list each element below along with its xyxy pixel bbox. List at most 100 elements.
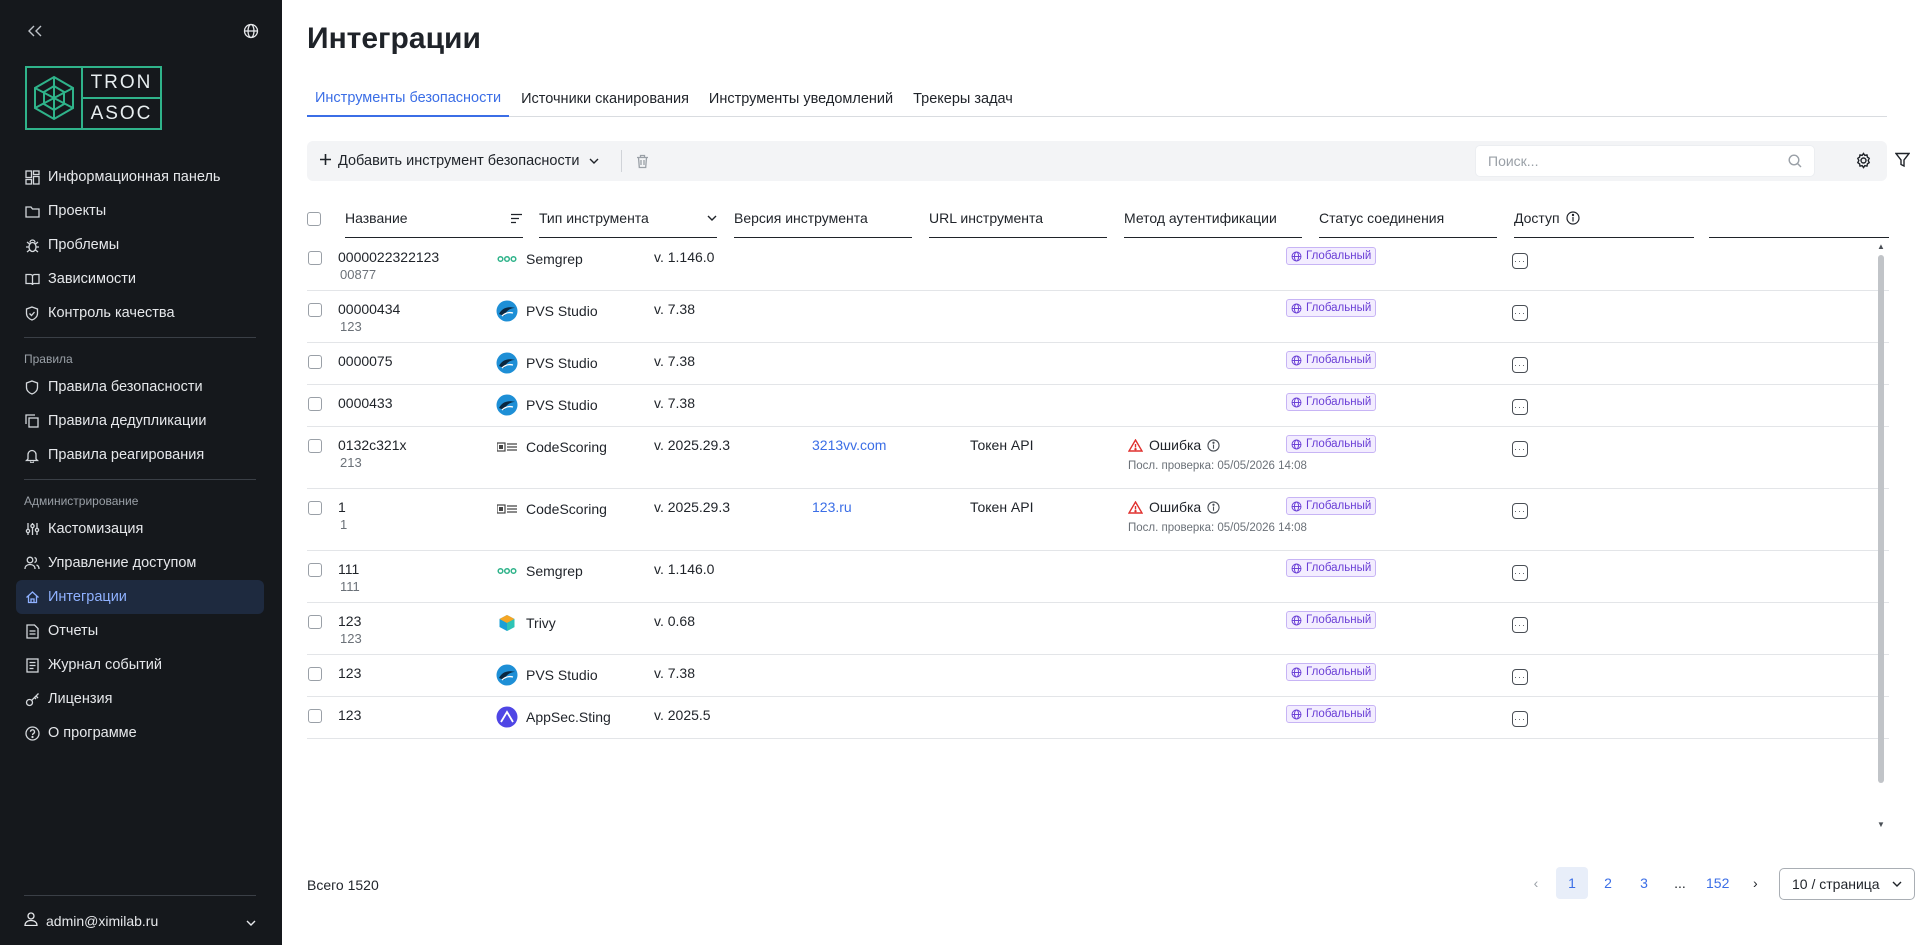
row-version: v. 7.38 (654, 665, 695, 681)
sidebar-item-quality-control[interactable]: Контроль качества (0, 296, 266, 330)
row-url-link[interactable]: 3213vv.com (812, 437, 886, 453)
sidebar-item-label: О программе (48, 725, 137, 741)
row-name[interactable]: 0000022322123 (338, 249, 439, 265)
table-row[interactable]: 0000433 PVS Studio v. 7.38 Глобальный ··· (307, 385, 1889, 427)
row-more-actions-icon[interactable]: ··· (1512, 669, 1528, 685)
row-checkbox[interactable] (308, 355, 322, 369)
info-icon[interactable] (1565, 211, 1580, 225)
row-more-actions-icon[interactable]: ··· (1512, 503, 1528, 519)
page-button-1[interactable]: 1 (1556, 867, 1588, 899)
row-name[interactable]: 123 (338, 665, 361, 681)
add-security-tool-button[interactable]: Добавить инструмент безопасности (319, 153, 599, 170)
row-checkbox[interactable] (308, 303, 322, 317)
tron-asoc-logo: TRON ASOC (25, 66, 162, 130)
row-more-actions-icon[interactable]: ··· (1512, 399, 1528, 415)
sidebar-item-reports[interactable]: Отчеты (0, 614, 266, 648)
user-menu[interactable]: admin@ximilab.ru (24, 895, 256, 945)
row-name[interactable]: 0000433 (338, 395, 393, 411)
select-all-checkbox[interactable] (307, 211, 321, 226)
row-checkbox[interactable] (308, 563, 322, 577)
table-row[interactable]: 0000022322123 00877 Semgrep v. 1.146.0 Глоба… (307, 239, 1889, 291)
search-input[interactable] (1488, 153, 1788, 169)
tab-task-trackers[interactable]: Трекеры задач (905, 80, 1021, 117)
sidebar-item-dashboard[interactable]: Информационная панель (0, 160, 266, 194)
info-icon[interactable] (1207, 438, 1220, 452)
row-more-actions-icon[interactable]: ··· (1512, 565, 1528, 581)
search-icon[interactable] (1788, 154, 1802, 168)
table-row[interactable]: 123 123 Trivy v. 0.68 Глобальный ··· (307, 603, 1889, 655)
scroll-up-arrow-icon[interactable]: ▲ (1876, 243, 1886, 251)
sort-lines-icon[interactable] (510, 213, 523, 224)
row-checkbox[interactable] (308, 397, 322, 411)
row-more-actions-icon[interactable]: ··· (1512, 617, 1528, 633)
sidebar-item-customization[interactable]: Кастомизация (0, 512, 266, 546)
delete-trash-icon[interactable] (636, 154, 649, 169)
sidebar-item-issues[interactable]: Проблемы (0, 228, 266, 262)
row-more-actions-icon[interactable]: ··· (1512, 305, 1528, 321)
table-row[interactable]: 123 AppSec.Sting v. 2025.5 Глобальный ··· (307, 697, 1889, 739)
row-name-sub: 1 (340, 517, 348, 532)
sidebar-item-label: Кастомизация (48, 521, 144, 537)
scroll-thumb[interactable] (1878, 255, 1884, 783)
table-row[interactable]: 111 111 Semgrep v. 1.146.0 Глобальный ··· (307, 551, 1889, 603)
tab-scan-sources[interactable]: Источники сканирования (513, 80, 697, 117)
sidebar-item-label: Правила дедупликации (48, 413, 207, 429)
page-button-2[interactable]: 2 (1592, 867, 1624, 899)
table-row[interactable]: 00000434 123 PVS Studio v. 7.38 Глобальный ··… (307, 291, 1889, 343)
tab-security-tools[interactable]: Инструменты безопасности (307, 80, 510, 117)
sidebar-item-projects[interactable]: Проекты (0, 194, 266, 228)
sidebar-item-dependencies[interactable]: Зависимости (0, 262, 266, 296)
row-more-actions-icon[interactable]: ··· (1512, 253, 1528, 269)
sidebar-item-dedup-rules[interactable]: Правила дедупликации (0, 404, 266, 438)
table-row[interactable]: 0000075 PVS Studio v. 7.38 Глобальный ··· (307, 343, 1889, 385)
column-header-name[interactable]: Название (345, 199, 523, 238)
row-checkbox[interactable] (308, 667, 322, 681)
sidebar-item-event-log[interactable]: Журнал событий (0, 648, 266, 682)
next-page-chevron-icon[interactable]: › (1739, 867, 1771, 899)
chevron-down-icon[interactable] (707, 215, 717, 221)
row-name[interactable]: 1 (338, 499, 346, 515)
row-checkbox[interactable] (308, 709, 322, 723)
row-more-actions-icon[interactable]: ··· (1512, 711, 1528, 727)
page-button-3[interactable]: 3 (1628, 867, 1660, 899)
sidebar-item-integrations[interactable]: Интеграции (16, 580, 264, 614)
sidebar-item-security-rules[interactable]: Правила безопасности (0, 370, 266, 404)
row-more-actions-icon[interactable]: ··· (1512, 441, 1528, 457)
page-ellipsis[interactable]: ... (1664, 867, 1696, 899)
row-name-sub: 00877 (340, 267, 377, 282)
column-header-tool-type[interactable]: Тип инструмента (539, 199, 717, 238)
row-url-link[interactable]: 123.ru (812, 499, 852, 515)
row-checkbox[interactable] (308, 501, 322, 515)
settings-gear-icon[interactable] (1855, 152, 1872, 169)
tab-notification-tools[interactable]: Инструменты уведомлений (701, 80, 901, 117)
row-name[interactable]: 00000434 (338, 301, 400, 317)
prev-page-chevron-icon[interactable]: ‹ (1520, 867, 1552, 899)
row-more-actions-icon[interactable]: ··· (1512, 357, 1528, 373)
table-scrollbar[interactable]: ▲ ▼ (1876, 243, 1886, 829)
language-globe-icon[interactable] (240, 20, 262, 42)
filter-funnel-icon[interactable] (1895, 152, 1910, 168)
row-name[interactable]: 111 (338, 561, 359, 577)
sidebar-item-access-management[interactable]: Управление доступом (0, 546, 266, 580)
sidebar-item-response-rules[interactable]: Правила реагирования (0, 438, 266, 472)
row-checkbox[interactable] (308, 251, 322, 265)
info-icon[interactable] (1207, 500, 1220, 514)
row-name[interactable]: 123 (338, 613, 361, 629)
table-row[interactable]: 0132c321x 213 CodeScoring v. 2025.29.3 3213v… (307, 427, 1889, 489)
row-checkbox[interactable] (308, 615, 322, 629)
globe-icon (1291, 439, 1302, 449)
row-name[interactable]: 123 (338, 707, 361, 723)
sidebar-item-license[interactable]: Лицензия (0, 682, 266, 716)
question-icon (24, 725, 40, 741)
collapse-sidebar-icon[interactable] (24, 20, 46, 42)
scroll-down-arrow-icon[interactable]: ▼ (1876, 821, 1886, 829)
row-checkbox[interactable] (308, 439, 322, 453)
page-size-select[interactable]: 10 / страница (1779, 868, 1915, 900)
sidebar-item-about[interactable]: О программе (0, 716, 266, 750)
table-row[interactable]: 123 PVS Studio v. 7.38 Глобальный ··· (307, 655, 1889, 697)
row-name[interactable]: 0000075 (338, 353, 393, 369)
table-row[interactable]: 1 1 CodeScoring v. 2025.29.3 123.ru Токен API… (307, 489, 1889, 551)
page-button-last[interactable]: 152 (1700, 867, 1735, 899)
sidebar-item-label: Отчеты (48, 623, 99, 639)
row-name[interactable]: 0132c321x (338, 437, 407, 453)
